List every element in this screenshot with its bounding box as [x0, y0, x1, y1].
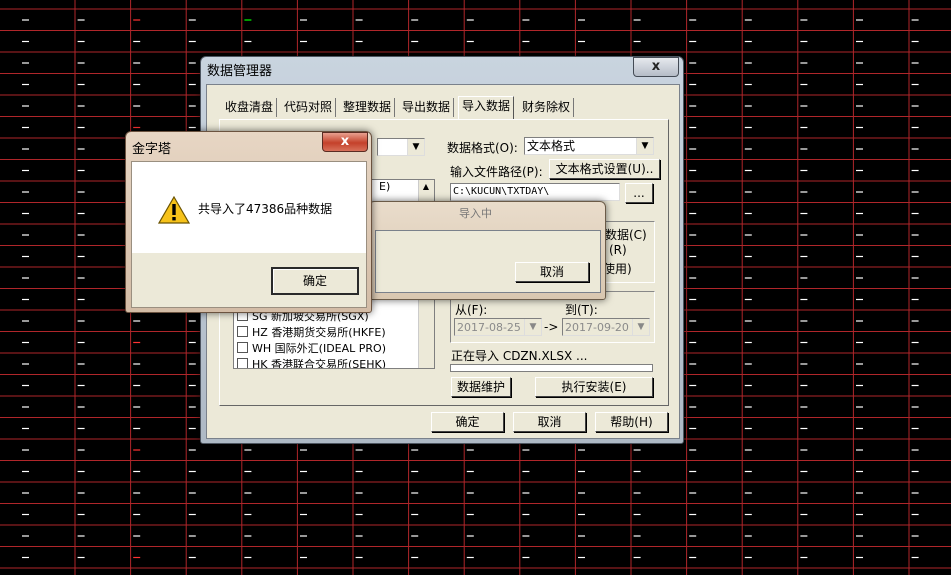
- tab-organize-data[interactable]: 整理数据: [340, 98, 396, 117]
- market-name: 香港联合交易所(SEHK): [271, 358, 386, 369]
- tab-code-mapping[interactable]: 代码对照: [281, 98, 337, 117]
- warning-icon: [158, 196, 190, 224]
- close-icon: x: [340, 134, 350, 149]
- progress-dialog-client: 取消: [375, 230, 601, 293]
- data-manager-title: 数据管理器: [207, 64, 273, 79]
- list-item[interactable]: HK 香港联合交易所(SEHK): [237, 356, 386, 369]
- progress-dialog-title: 导入中: [459, 207, 492, 220]
- list-item[interactable]: WH 国际外汇(IDEAL PRO): [237, 340, 386, 356]
- execute-install-button[interactable]: 执行安装(E): [535, 377, 653, 397]
- list-item[interactable]: HZ 香港期货交易所(HKFE): [237, 324, 386, 340]
- tab-finance-rights[interactable]: 财务除权: [519, 98, 575, 117]
- progress-cancel-button[interactable]: 取消: [515, 262, 589, 282]
- checkbox[interactable]: [237, 358, 248, 368]
- market-code: WH: [252, 342, 272, 355]
- tab-import-data[interactable]: 导入数据: [458, 96, 515, 119]
- tab-closing[interactable]: 收盘清盘: [222, 98, 278, 117]
- option-line-3: 使用): [603, 262, 632, 276]
- message-text: 共导入了47386品种数据: [198, 202, 333, 216]
- tab-export-data[interactable]: 导出数据: [399, 98, 455, 117]
- chevron-down-icon: ▼: [636, 138, 653, 154]
- message-box-close-button[interactable]: x: [322, 132, 368, 152]
- chevron-down-icon: ▼: [524, 319, 541, 335]
- message-box: 金字塔 x 共导入了47386品种数据 确定: [125, 131, 372, 313]
- market-name: 香港期货交易所(HKFE): [271, 326, 386, 339]
- market-combo[interactable]: ▼: [377, 138, 425, 156]
- input-path-label: 输入文件路径(P):: [450, 165, 543, 179]
- browse-button[interactable]: ...: [625, 183, 653, 203]
- ok-button[interactable]: 确定: [431, 412, 504, 432]
- scroll-up-icon[interactable]: ▲: [419, 180, 433, 194]
- market-name: 国际外汇(IDEAL PRO): [274, 342, 386, 355]
- tab-label: 导入数据: [462, 99, 511, 113]
- import-progress-bar: [450, 364, 653, 372]
- message-ok-button[interactable]: 确定: [271, 267, 359, 295]
- from-date-value: 2017-08-25: [457, 321, 521, 334]
- tab-label: 收盘清盘: [225, 100, 274, 114]
- message-box-title: 金字塔: [132, 142, 172, 157]
- chevron-down-icon: ▼: [632, 319, 649, 335]
- progress-dialog: 导入中 取消: [368, 201, 606, 300]
- checkbox[interactable]: [237, 342, 248, 353]
- cancel-button[interactable]: 取消: [513, 412, 586, 432]
- data-format-value: 文本格式: [527, 139, 576, 153]
- option-line-2[interactable]: (R): [609, 243, 627, 257]
- chevron-down-icon: ▼: [407, 139, 424, 155]
- import-status-text: 正在导入 CDZN.XLSX ...: [451, 349, 588, 363]
- tab-strip: 收盘清盘 代码对照 整理数据 导出数据 导入数据 财务除权: [222, 96, 642, 120]
- data-format-select[interactable]: 文本格式 ▼: [524, 137, 654, 155]
- message-box-client: 共导入了47386品种数据 确定: [131, 161, 367, 308]
- tab-label: 导出数据: [402, 100, 451, 114]
- tab-label: 整理数据: [343, 100, 392, 114]
- market-code: HK: [252, 358, 268, 369]
- list-item[interactable]: E): [379, 180, 390, 193]
- market-code: HZ: [252, 326, 268, 339]
- option-line-1[interactable]: 数据(C): [605, 226, 647, 243]
- help-button[interactable]: 帮助(H): [595, 412, 668, 432]
- from-label: 从(F):: [455, 303, 488, 317]
- checkbox[interactable]: [237, 326, 248, 337]
- from-date-picker[interactable]: 2017-08-25 ▼: [454, 318, 542, 336]
- close-icon: x: [651, 59, 661, 74]
- tab-label: 代码对照: [284, 100, 333, 114]
- data-maintenance-button[interactable]: 数据维护: [451, 377, 511, 397]
- text-format-settings-button[interactable]: 文本格式设置(U)..: [549, 159, 660, 179]
- tab-label: 财务除权: [522, 100, 571, 114]
- range-arrow: ->: [544, 320, 559, 334]
- to-label: 到(T):: [565, 303, 598, 317]
- to-date-picker[interactable]: 2017-09-20 ▼: [562, 318, 650, 336]
- data-manager-close-button[interactable]: x: [633, 57, 679, 77]
- to-date-value: 2017-09-20: [565, 321, 629, 334]
- input-path-field[interactable]: C:\KUCUN\TXTDAY\: [450, 183, 620, 201]
- data-format-label: 数据格式(O):: [447, 141, 518, 155]
